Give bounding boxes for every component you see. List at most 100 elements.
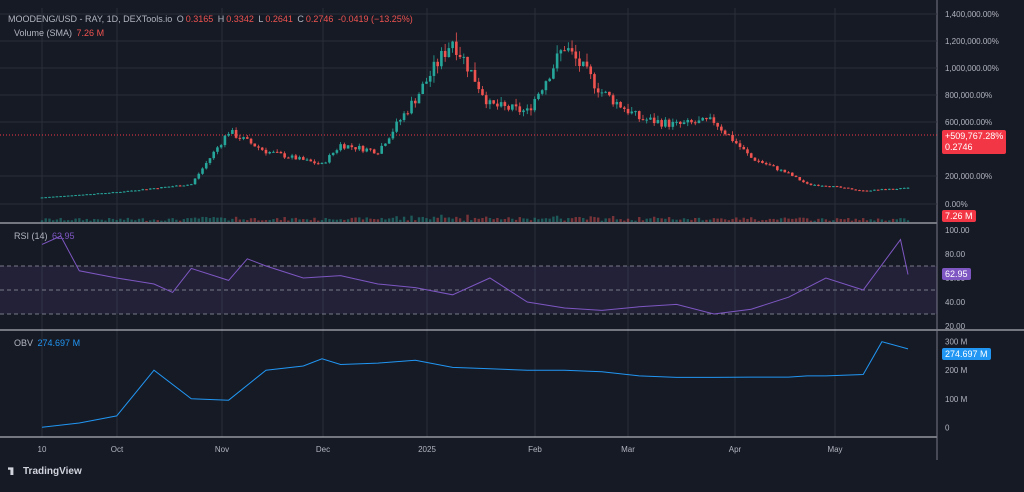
- candle-body: [738, 143, 742, 147]
- candle-body: [432, 61, 436, 76]
- volume-bar: [455, 216, 458, 222]
- volume-bar: [399, 219, 402, 222]
- candle-body: [365, 148, 369, 152]
- candle-body: [749, 153, 753, 158]
- candle-body: [148, 188, 152, 190]
- volume-bar: [611, 215, 615, 222]
- volume-bar: [488, 217, 492, 222]
- candle-body: [253, 143, 257, 147]
- volume-bar: [813, 220, 816, 222]
- obv-tick-label: 300 M: [945, 338, 968, 347]
- candle-body: [798, 177, 802, 181]
- volume-bar: [59, 218, 62, 222]
- volume-bar: [369, 218, 372, 222]
- candle-body: [813, 184, 816, 186]
- price-tick-label: 1,000,000.00%: [945, 64, 999, 73]
- rsi-tick-label: 40.00: [945, 298, 966, 307]
- volume-bar: [750, 217, 753, 222]
- chart-canvas[interactable]: 1,400,000.00% 1,200,000.00% 1,000,000.00% 8…: [0, 0, 1024, 487]
- candle-body: [443, 50, 447, 57]
- volume-bar: [570, 218, 574, 222]
- volume-bar: [100, 219, 103, 222]
- time-tick-label: Dec: [316, 445, 330, 454]
- candle-body: [723, 130, 727, 135]
- volume-bar: [559, 218, 563, 222]
- candle-body: [820, 185, 824, 187]
- candle-body: [876, 189, 880, 191]
- candle-body: [339, 144, 342, 151]
- low-label: L: [258, 14, 264, 24]
- rsi-tick-label: 80.00: [945, 250, 966, 259]
- candle-body: [619, 101, 622, 108]
- volume-bar: [429, 219, 432, 222]
- volume-bar: [686, 219, 689, 222]
- candle-body: [574, 51, 578, 59]
- candle-body: [216, 147, 219, 152]
- volume-bar: [652, 216, 656, 222]
- volume-bar: [757, 220, 760, 222]
- volume-bar: [705, 219, 708, 222]
- volume-bar: [600, 220, 604, 222]
- candle-body: [369, 148, 372, 150]
- volume-bar: [772, 218, 775, 222]
- candle-body: [742, 146, 746, 150]
- volume-bar: [193, 217, 197, 222]
- volume-bar: [876, 218, 880, 222]
- volume-bar: [309, 220, 312, 222]
- candle-body: [462, 56, 466, 58]
- candle-body: [794, 175, 798, 178]
- candle-body: [380, 145, 383, 154]
- volume-bar: [178, 220, 182, 222]
- candle-body: [343, 144, 346, 149]
- rsi-label: RSI (14): [14, 231, 48, 241]
- volume-bar: [48, 218, 51, 222]
- volume-bar: [462, 220, 466, 222]
- candle-body: [141, 189, 145, 191]
- candle-body: [137, 190, 141, 192]
- axes-text: 1,400,000.00% 1,200,000.00% 1,000,000.00% 8…: [38, 10, 999, 454]
- volume-bar: [387, 218, 391, 222]
- time-tick-label: Apr: [729, 445, 742, 454]
- candle-body: [593, 74, 596, 89]
- candle-body: [895, 188, 899, 190]
- volume-value: 7.26 M: [76, 28, 105, 38]
- last-pct-badge: +509,767.28%: [945, 131, 1004, 141]
- obv-tick-label: 0: [945, 423, 950, 432]
- candle-body: [660, 120, 663, 127]
- candle-body: [727, 134, 731, 136]
- volume-bar: [261, 220, 264, 222]
- volume-bar: [279, 220, 283, 222]
- tradingview-logo[interactable]: TradingView: [8, 466, 82, 477]
- volume-bar: [630, 220, 633, 222]
- candle-body: [563, 50, 566, 52]
- volume-bar: [238, 219, 242, 222]
- volume-bar: [496, 217, 499, 222]
- volume-bar: [832, 220, 835, 222]
- volume-bar: [432, 216, 436, 222]
- candle-body: [667, 119, 671, 127]
- candle-body: [357, 145, 361, 150]
- candle-body: [156, 188, 160, 190]
- volume-bar: [134, 220, 137, 222]
- volume-bar: [51, 220, 55, 222]
- volume-bar: [171, 218, 174, 222]
- volume-bar: [443, 217, 447, 222]
- volume-bar: [70, 220, 74, 222]
- volume-bar: [246, 220, 249, 222]
- candle-body: [626, 108, 630, 114]
- candle-body: [410, 100, 413, 114]
- volume-bar: [227, 220, 230, 222]
- candle-body: [107, 192, 111, 194]
- volume-bar: [350, 217, 354, 222]
- volume-bar: [522, 218, 525, 222]
- volume-bar: [104, 220, 107, 222]
- volume-bar: [839, 218, 843, 222]
- candle-body: [395, 121, 398, 132]
- candle-body: [902, 187, 906, 189]
- candle-body: [104, 193, 107, 195]
- candle-body: [74, 195, 77, 197]
- volume-bar: [869, 219, 872, 222]
- candle-body: [645, 119, 649, 121]
- volume-bar: [548, 218, 551, 222]
- candle-body: [712, 117, 716, 123]
